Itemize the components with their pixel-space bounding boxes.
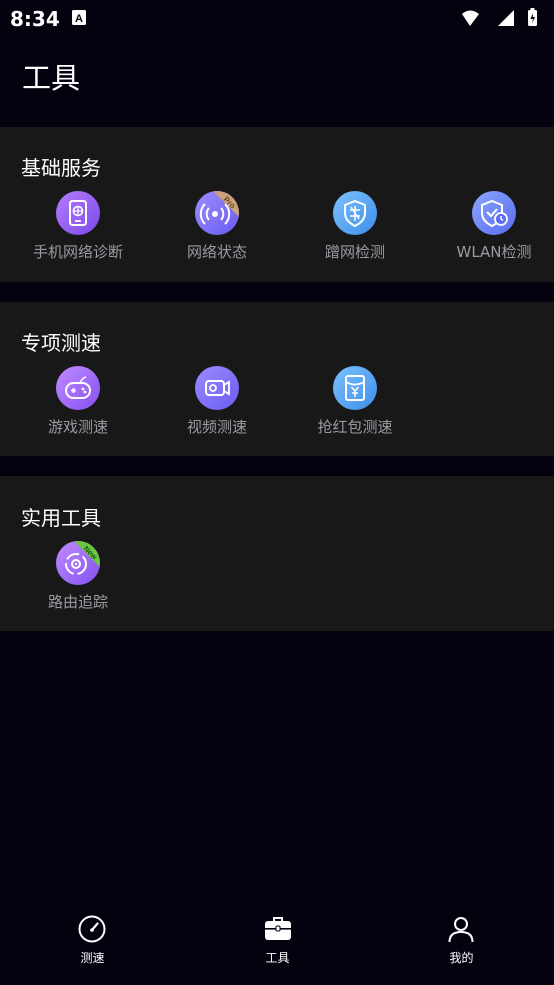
tool-route-trace[interactable]: New 路由追踪 (8, 541, 148, 621)
tool-red-packet-speedtest[interactable]: 抢红包测速 (285, 366, 425, 446)
page-title: 工具 (22, 61, 81, 95)
nav-speedtest[interactable]: 测速 (0, 900, 185, 985)
section-utilities: 实用工具 New 路由追踪 (0, 476, 554, 631)
status-bar: 8:34 A (0, 0, 554, 36)
red-packet-icon (333, 366, 377, 410)
section-special-speedtest: 专项测速 游戏测速 视频测速 抢红包测速 (0, 302, 554, 456)
tool-wifi-leech-detect[interactable]: 蹭网检测 (285, 191, 425, 271)
status-time: 8:34 (10, 7, 60, 31)
svg-text:A: A (75, 13, 83, 25)
toolbox-icon (265, 917, 291, 940)
section-title: 专项测速 (21, 331, 101, 355)
section-basic-services: 基础服务 手机网络诊断 Pro 网络状态 蹭网检测 WLAN检测 (0, 127, 554, 282)
signal-status-icon: Pro (195, 191, 239, 235)
nav-label: 工具 (265, 951, 290, 965)
battery-icon (528, 8, 537, 26)
nav-label: 我的 (449, 951, 474, 965)
nav-label: 测速 (80, 951, 105, 965)
video-camera-icon (195, 366, 239, 410)
game-controller-icon (56, 366, 100, 410)
tool-label: 游戏测速 (47, 418, 108, 436)
nav-tools[interactable]: 工具 (185, 900, 370, 985)
tool-game-speedtest[interactable]: 游戏测速 (8, 366, 148, 446)
tool-label: 抢红包测速 (317, 418, 393, 436)
status-icons (462, 8, 537, 26)
tool-label: 手机网络诊断 (32, 243, 123, 261)
notification-a-icon: A (72, 10, 86, 25)
nav-profile[interactable]: 我的 (369, 900, 554, 985)
tool-network-status[interactable]: Pro 网络状态 (147, 191, 287, 271)
bottom-nav: 测速 工具 我的 (0, 900, 554, 985)
speedometer-icon (78, 915, 106, 943)
tool-wlan-check[interactable]: WLAN检测 (424, 191, 554, 271)
tool-label: 视频测速 (186, 418, 247, 436)
shield-check-icon (333, 191, 377, 235)
section-title: 基础服务 (21, 156, 101, 180)
tool-phone-network-diagnosis[interactable]: 手机网络诊断 (8, 191, 148, 271)
tool-label: 路由追踪 (47, 593, 108, 611)
profile-icon (448, 917, 474, 943)
phone-network-icon (56, 191, 100, 235)
section-title: 实用工具 (21, 506, 101, 530)
tool-label: WLAN检测 (456, 243, 532, 261)
tool-video-speedtest[interactable]: 视频测速 (147, 366, 287, 446)
tool-label: 网络状态 (186, 243, 247, 261)
route-trace-icon: New (56, 541, 100, 585)
tool-label: 蹭网检测 (324, 243, 385, 261)
wlan-check-icon (472, 191, 516, 235)
cell-signal-icon (498, 10, 514, 26)
wifi-icon (462, 10, 479, 26)
